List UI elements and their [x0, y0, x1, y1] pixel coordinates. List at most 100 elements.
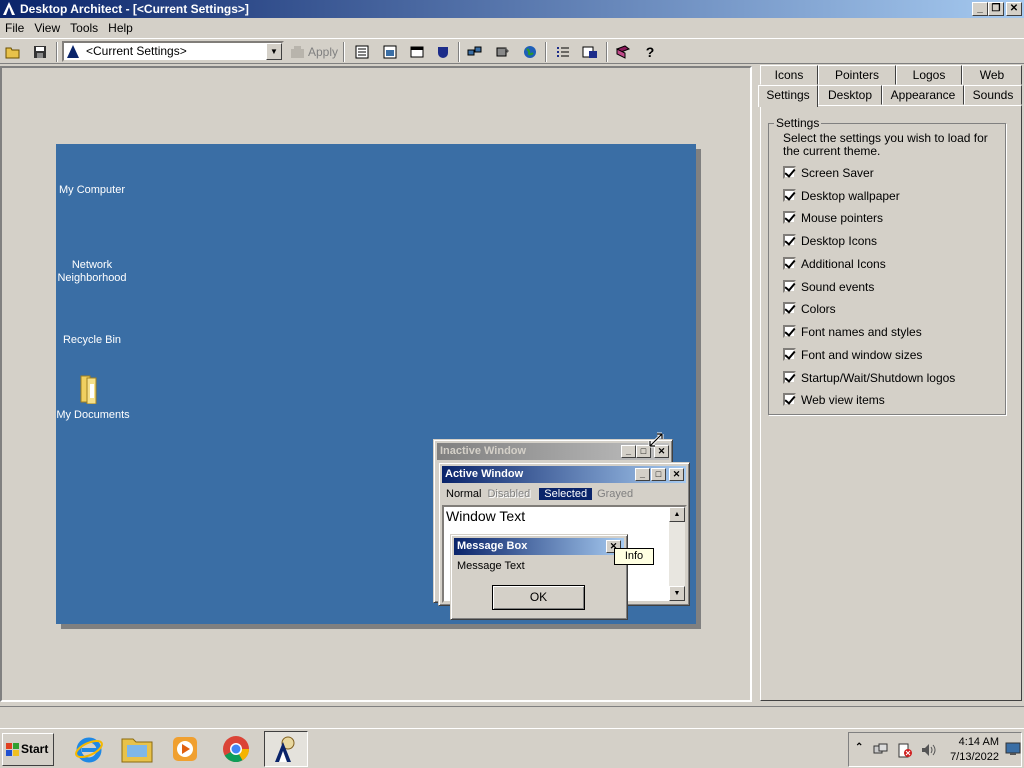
checkbox-icon[interactable] [783, 211, 796, 224]
scroll-up-icon[interactable]: ▲ [669, 507, 685, 522]
toolbar-separator [56, 42, 58, 62]
menu-tools[interactable]: Tools [65, 18, 103, 38]
tools-icon[interactable] [493, 42, 513, 62]
media-player-icon[interactable] [166, 731, 204, 767]
checkbox-icon[interactable] [783, 166, 796, 179]
toolbar-separator [458, 42, 460, 62]
status-bar [0, 706, 1024, 726]
restore-button[interactable]: ❐ [988, 2, 1004, 16]
desktop-architect-taskbar-button[interactable] [264, 731, 308, 767]
tab-icons[interactable]: Icons [760, 65, 818, 85]
help-icon[interactable]: ? [640, 42, 660, 62]
start-label: Start [21, 742, 49, 756]
toolbar-separator [343, 42, 345, 62]
checklist-icon[interactable] [553, 42, 573, 62]
apply-label: Apply [308, 45, 339, 59]
minimize-icon[interactable]: _ [621, 445, 636, 458]
clock-date: 7/13/2022 [950, 751, 999, 763]
my-documents-icon[interactable] [78, 372, 104, 404]
network-tray-icon[interactable] [873, 743, 889, 757]
ok-button[interactable]: OK [492, 585, 585, 610]
start-button[interactable]: Start [2, 733, 54, 766]
theme-combo-value: <Current Settings> [86, 44, 187, 58]
close-icon[interactable]: ✕ [669, 468, 684, 481]
clock[interactable]: 4:14 AM 7/13/2022 [950, 735, 999, 765]
maximize-icon[interactable]: □ [651, 468, 666, 481]
system-tray: ⌃ 4:14 AM 7/13/2022 [848, 732, 1022, 767]
show-desktop-icon[interactable] [1005, 742, 1021, 756]
network-icon[interactable] [465, 42, 485, 62]
title-bar: Desktop Architect - [<Current Settings>]… [0, 0, 1024, 18]
preview-view-icon[interactable] [380, 42, 400, 62]
open-folder-icon[interactable] [3, 42, 23, 62]
book-icon[interactable] [613, 42, 633, 62]
desktop-preview: My Computer Network Neighborhood Recycle… [56, 144, 696, 624]
checkbox-icon[interactable] [783, 371, 796, 384]
app-icon [3, 2, 15, 15]
window-title: Desktop Architect - [<Current Settings>] [20, 2, 249, 16]
message-box[interactable]: Message Box ✕ Message Text OK [450, 534, 628, 620]
properties-icon[interactable] [580, 42, 600, 62]
menu-state-normal[interactable]: Normal [443, 488, 484, 500]
chrome-icon[interactable] [217, 731, 255, 767]
checkbox-icon[interactable] [783, 280, 796, 293]
toolbar-separator [606, 42, 608, 62]
resize-cursor-icon [648, 432, 664, 448]
desktop-icon-network[interactable]: Network Neighborhood [52, 259, 132, 285]
apply-button[interactable]: Apply [290, 42, 338, 62]
tab-settings[interactable]: Settings [758, 85, 818, 107]
scrollbar[interactable]: ▲ ▼ [669, 507, 685, 601]
checkbox-icon[interactable] [783, 325, 796, 338]
toolbar-separator [545, 42, 547, 62]
desktop-icon-my-documents[interactable]: My Documents [53, 409, 133, 422]
tab-pointers[interactable]: Pointers [818, 65, 896, 85]
screensaver-icon[interactable] [433, 42, 453, 62]
menu-help[interactable]: Help [103, 18, 138, 38]
checkbox-icon[interactable] [783, 234, 796, 247]
globe-icon[interactable] [520, 42, 540, 62]
desktop-icon-my-computer[interactable]: My Computer [52, 184, 132, 197]
menu-bar: File View Tools Help [0, 18, 1024, 38]
window-view-icon[interactable] [407, 42, 427, 62]
tab-logos[interactable]: Logos [896, 65, 962, 85]
save-icon[interactable] [30, 42, 50, 62]
details-view-icon[interactable] [352, 42, 372, 62]
settings-description: Select the settings you wish to load for… [783, 131, 988, 158]
tab-web[interactable]: Web [962, 65, 1022, 85]
checkbox-icon[interactable] [783, 393, 796, 406]
menu-file[interactable]: File [0, 18, 29, 38]
checkbox-icon[interactable] [783, 302, 796, 315]
action-center-icon[interactable] [897, 743, 913, 758]
close-button[interactable]: ✕ [1006, 2, 1022, 16]
menu-state-disabled[interactable]: Disabled [484, 488, 533, 500]
tab-appearance[interactable]: Appearance [882, 85, 964, 105]
checkbox-icon[interactable] [783, 348, 796, 361]
internet-explorer-icon[interactable] [70, 731, 108, 767]
file-explorer-icon[interactable] [118, 731, 156, 767]
checkbox-icon[interactable] [783, 257, 796, 270]
settings-group-label: Settings [774, 116, 822, 130]
tab-sounds[interactable]: Sounds [964, 85, 1022, 105]
minimize-button[interactable]: _ [972, 2, 988, 16]
chevron-up-icon[interactable]: ⌃ [855, 742, 863, 753]
checkbox-icon[interactable] [783, 189, 796, 202]
window-text: Window Text [446, 508, 526, 524]
chevron-down-icon[interactable]: ▼ [266, 43, 282, 60]
desktop-icon-recycle-bin[interactable]: Recycle Bin [52, 334, 132, 347]
message-text: Message Text [457, 560, 525, 572]
menu-state-grayed[interactable]: Grayed [592, 488, 638, 500]
message-box-title: Message Box [454, 538, 624, 555]
apply-icon [291, 46, 304, 58]
menu-view[interactable]: View [29, 18, 65, 38]
volume-icon[interactable] [921, 743, 937, 757]
tab-desktop[interactable]: Desktop [818, 85, 882, 105]
menu-state-selected[interactable]: Selected [539, 488, 593, 500]
toolbar: <Current Settings> ▼ Apply ? [0, 38, 1024, 64]
minimize-icon[interactable]: _ [635, 468, 650, 481]
preview-menu-bar: Normal Disabled Selected Grayed [443, 486, 638, 502]
theme-combo[interactable]: <Current Settings> ▼ [62, 41, 284, 62]
info-tooltip: Info [614, 548, 654, 565]
scroll-down-icon[interactable]: ▼ [669, 586, 685, 601]
taskbar: Start ⌃ 4:14 AM 7/13/2022 [0, 728, 1024, 768]
clock-time: 4:14 AM [958, 736, 999, 748]
